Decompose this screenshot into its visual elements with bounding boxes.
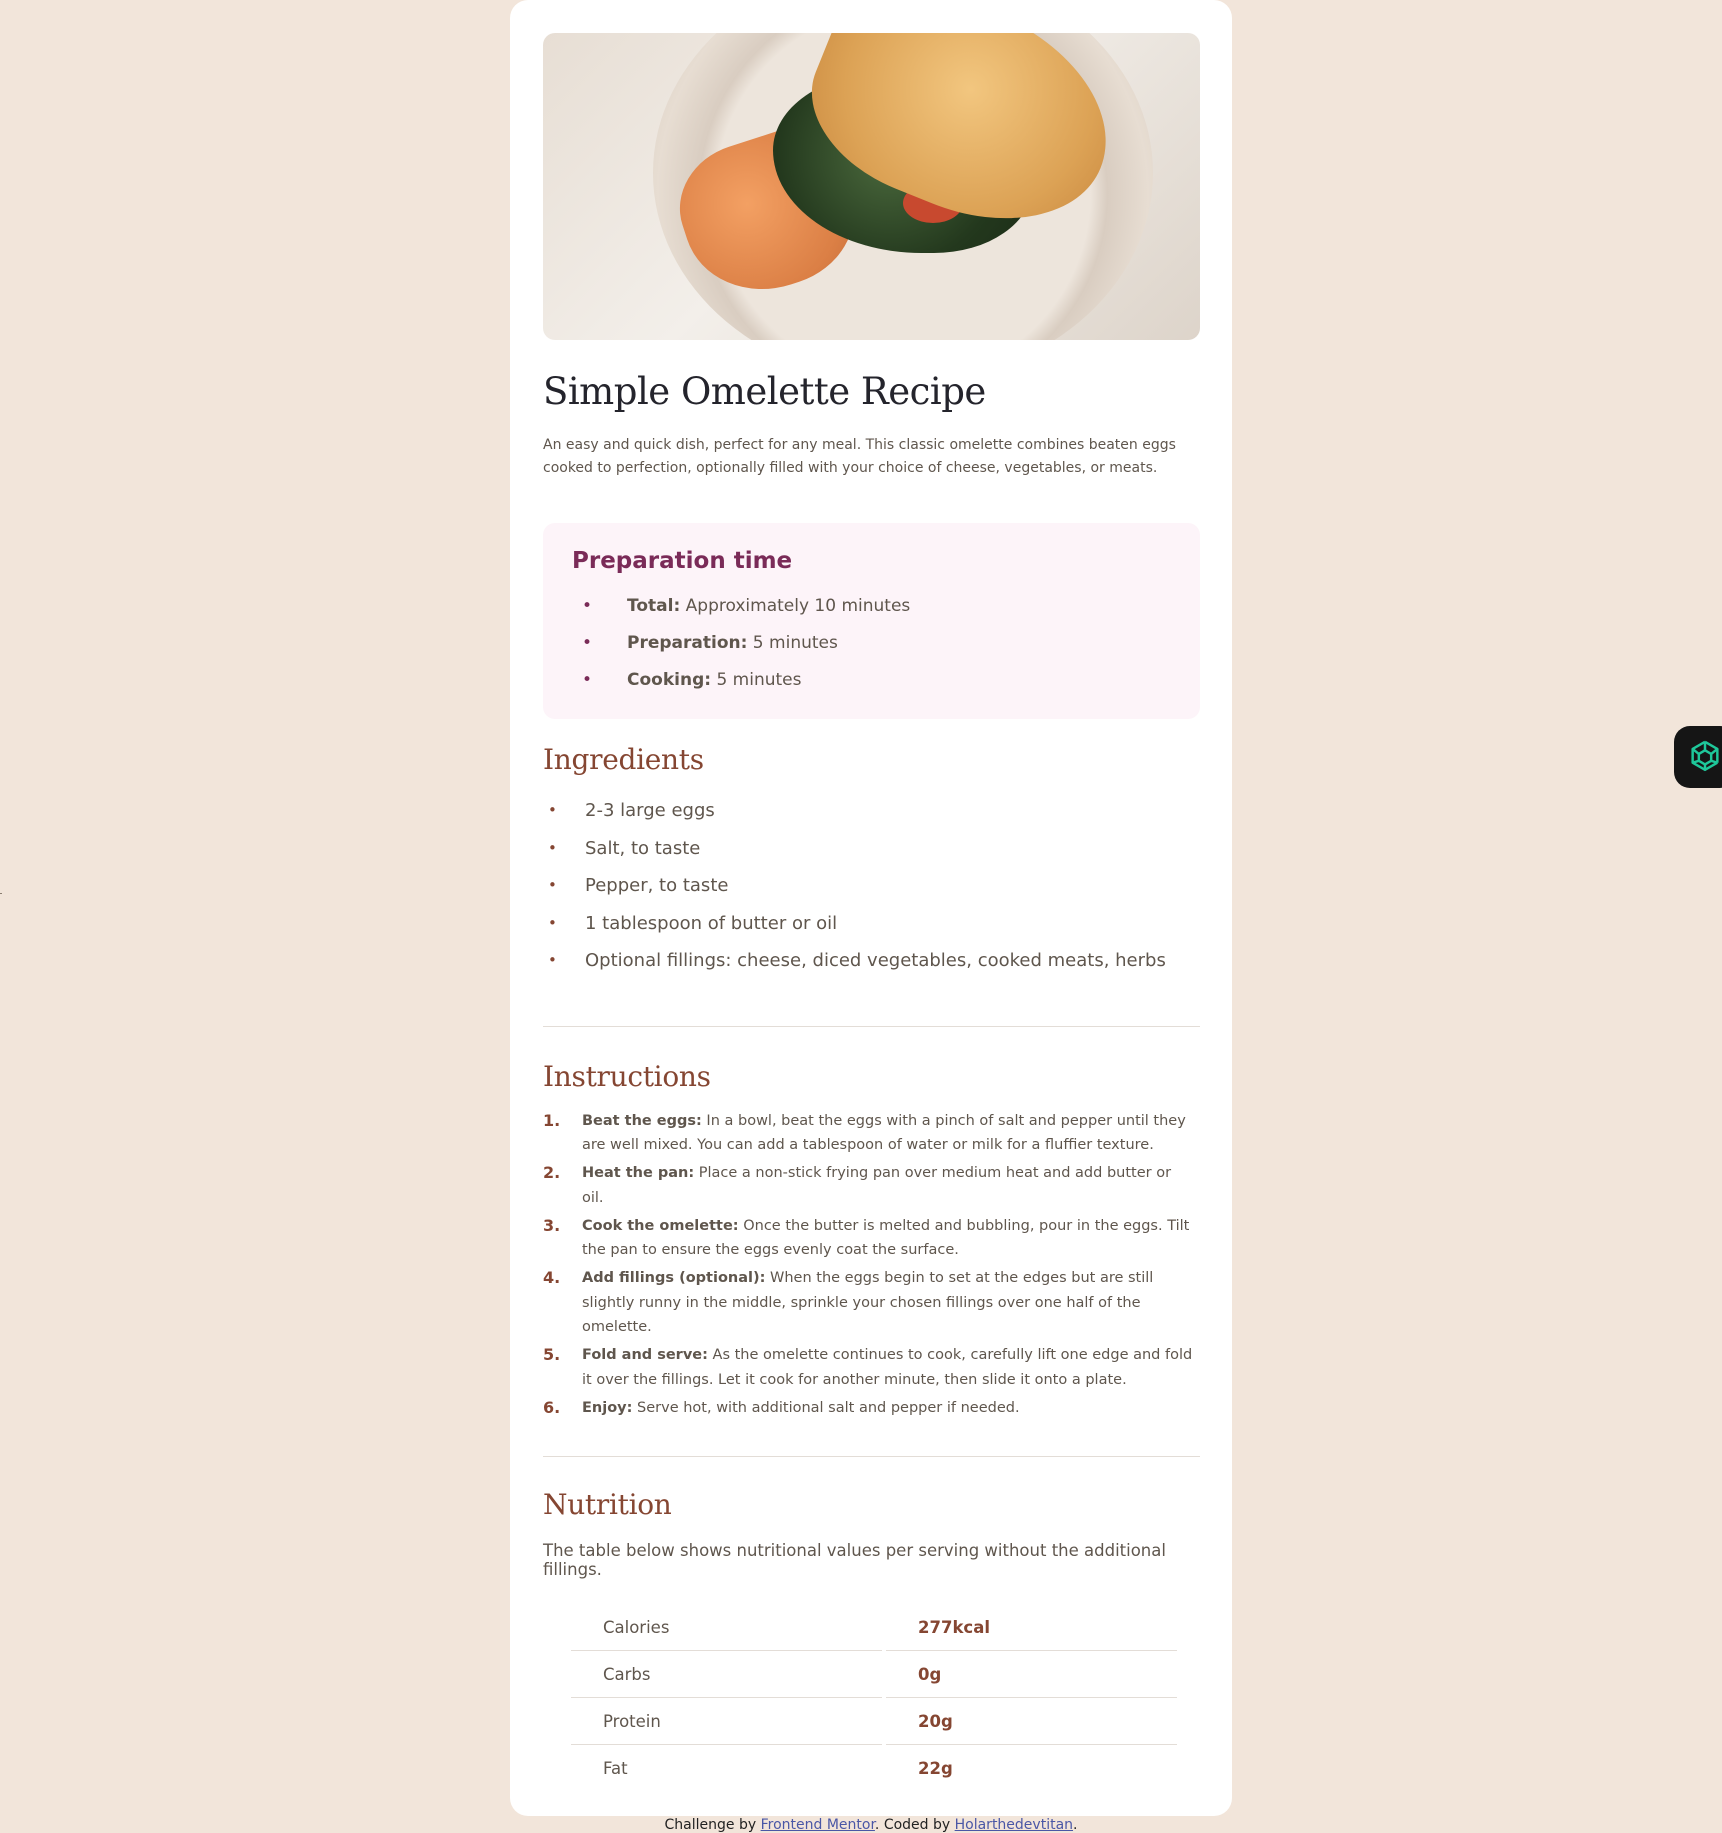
step-number: 6.	[543, 1397, 561, 1417]
list-item: 4. Add fillings (optional): When the eggs…	[543, 1266, 1197, 1340]
nutrient-value: 277kcal	[886, 1604, 1177, 1652]
preparation-time-list: • Total: Approximately 10 minutes • Prepar…	[572, 588, 1171, 699]
step-number: 1.	[543, 1110, 561, 1130]
step-number: 3.	[543, 1215, 561, 1235]
table-row: Protein 20g	[571, 1698, 1177, 1746]
instructions-heading: Instructions	[543, 1059, 711, 1093]
nutrient-name: Calories	[571, 1604, 882, 1652]
page-title: Simple Omelette Recipe	[543, 370, 986, 413]
list-item: 3. Cook the omelette: Once the butter is …	[543, 1214, 1197, 1263]
recipe-intro: An easy and quick dish, perfect for any …	[543, 437, 1176, 477]
prep-item-preparation: • Preparation: 5 minutes	[572, 625, 1171, 662]
table-row: Fat 22g	[571, 1745, 1177, 1791]
footer-suffix: .	[1073, 1817, 1078, 1833]
nutrient-name: Carbs	[571, 1651, 882, 1699]
step-label: Add fillings (optional):	[582, 1270, 766, 1287]
step-label: Beat the eggs:	[582, 1112, 702, 1129]
section-divider	[543, 1025, 1200, 1027]
prep-item-cooking: • Cooking: 5 minutes	[572, 662, 1171, 699]
footer-prefix: Challenge by	[664, 1817, 761, 1833]
edge-mark	[0, 893, 2, 894]
nutrition-table: Calories 277kcal Carbs 0g Protein 20g Fa…	[567, 1604, 1181, 1791]
step-label: Heat the pan:	[582, 1165, 695, 1182]
list-item: • Optional fillings: cheese, diced vegeta…	[543, 942, 1199, 980]
bullet-icon: •	[582, 633, 593, 654]
bullet-icon: •	[548, 876, 557, 895]
list-item: 2. Heat the pan: Place a non-stick frying…	[543, 1161, 1197, 1210]
instructions-list: 1. Beat the eggs: In a bowl, beat the egg…	[543, 1109, 1199, 1421]
bullet-icon: •	[548, 913, 557, 932]
bullet-icon: •	[548, 801, 557, 820]
step-label: Enjoy:	[582, 1399, 633, 1416]
list-item: • Pepper, to taste	[543, 867, 1199, 905]
ingredients-heading: Ingredients	[543, 743, 704, 777]
prep-item-value: Approximately 10 minutes	[680, 596, 911, 617]
prep-item-label: Preparation:	[627, 633, 748, 654]
prep-item-total: • Total: Approximately 10 minutes	[572, 588, 1171, 625]
list-item: • 2-3 large eggs	[543, 792, 1199, 830]
preparation-time-box: Preparation time • Total: Approximately 1…	[543, 523, 1200, 720]
step-label: Cook the omelette:	[582, 1217, 739, 1234]
nutrient-value: 20g	[886, 1698, 1177, 1746]
step-label: Fold and serve:	[582, 1347, 708, 1364]
prep-item-value: 5 minutes	[747, 633, 838, 654]
nutrient-name: Fat	[603, 1758, 628, 1778]
bullet-icon: •	[582, 596, 593, 617]
list-item: 5. Fold and serve: As the omelette contin…	[543, 1343, 1197, 1392]
prep-item-value: 5 minutes	[711, 670, 802, 691]
list-item: • 1 tablespoon of butter or oil	[543, 905, 1199, 943]
nutrient-value: 22g	[918, 1758, 953, 1778]
frontend-mentor-link[interactable]: Frontend Mentor	[761, 1817, 875, 1833]
bullet-icon: •	[582, 670, 593, 691]
list-item: 6. Enjoy: Serve hot, with additional salt…	[543, 1396, 1197, 1421]
step-number: 5.	[543, 1345, 561, 1365]
author-link[interactable]: Holarthedevtitan	[955, 1817, 1073, 1833]
openai-icon	[1691, 740, 1719, 772]
ingredient-text: Pepper, to taste	[585, 875, 729, 897]
ingredient-text: Optional fillings: cheese, diced vegetab…	[585, 950, 1166, 972]
omelette-photo	[543, 33, 1200, 340]
step-text: Serve hot, with additional salt and pepp…	[632, 1399, 1020, 1416]
bullet-icon: •	[548, 838, 557, 857]
step-number: 2.	[543, 1163, 561, 1183]
recipe-card: Simple Omelette Recipe An easy and quick…	[510, 0, 1232, 1833]
ingredients-list: • 2-3 large eggs • Salt, to taste • Pepper,…	[543, 792, 1199, 980]
nutrient-value: 0g	[886, 1651, 1177, 1699]
ingredient-text: 1 tablespoon of butter or oil	[585, 912, 838, 934]
instructions-section: Instructions 1. Beat the eggs: In a bowl,…	[543, 1060, 1199, 1421]
preparation-time-heading: Preparation time	[572, 548, 793, 575]
attribution-footer: Challenge by Frontend Mentor. Coded by H…	[543, 1817, 1199, 1833]
table-row: Calories 277kcal	[571, 1604, 1177, 1652]
prep-item-label: Cooking:	[627, 670, 712, 691]
prep-item-label: Total:	[627, 596, 681, 617]
nutrient-name: Protein	[571, 1698, 882, 1746]
list-item: 1. Beat the eggs: In a bowl, beat the egg…	[543, 1109, 1197, 1158]
ingredients-section: Ingredients • 2-3 large eggs • Salt, to ta…	[543, 743, 1199, 980]
nutrition-section: Nutrition The table below shows nutritio…	[543, 1488, 1199, 1791]
section-divider	[543, 1456, 1200, 1458]
assistant-floating-button[interactable]	[1674, 726, 1722, 788]
table-row: Carbs 0g	[571, 1651, 1177, 1699]
list-item: • Salt, to taste	[543, 830, 1199, 868]
step-number: 4.	[543, 1268, 561, 1288]
nutrition-heading: Nutrition	[543, 1488, 672, 1522]
nutrition-description: The table below shows nutritional values…	[543, 1541, 1166, 1580]
ingredient-text: 2-3 large eggs	[585, 800, 715, 822]
footer-middle: . Coded by	[874, 1817, 955, 1833]
bullet-icon: •	[548, 951, 557, 970]
ingredient-text: Salt, to taste	[585, 837, 701, 859]
